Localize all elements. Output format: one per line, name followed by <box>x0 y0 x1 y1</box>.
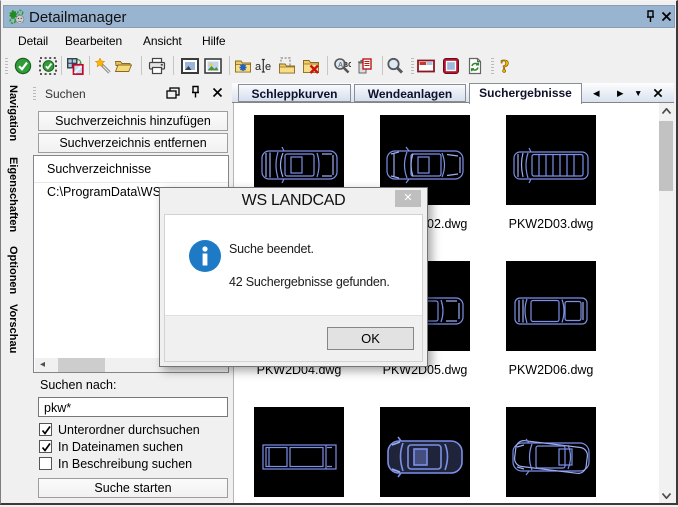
svg-text:e: e <box>265 61 271 73</box>
svg-text:a: a <box>255 61 262 73</box>
svg-text:?: ? <box>500 57 510 75</box>
